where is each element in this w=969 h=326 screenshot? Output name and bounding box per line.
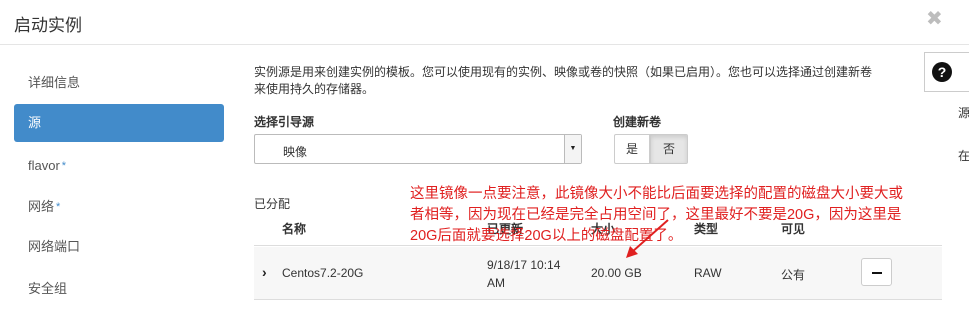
annotation-arrow: [626, 219, 669, 258]
